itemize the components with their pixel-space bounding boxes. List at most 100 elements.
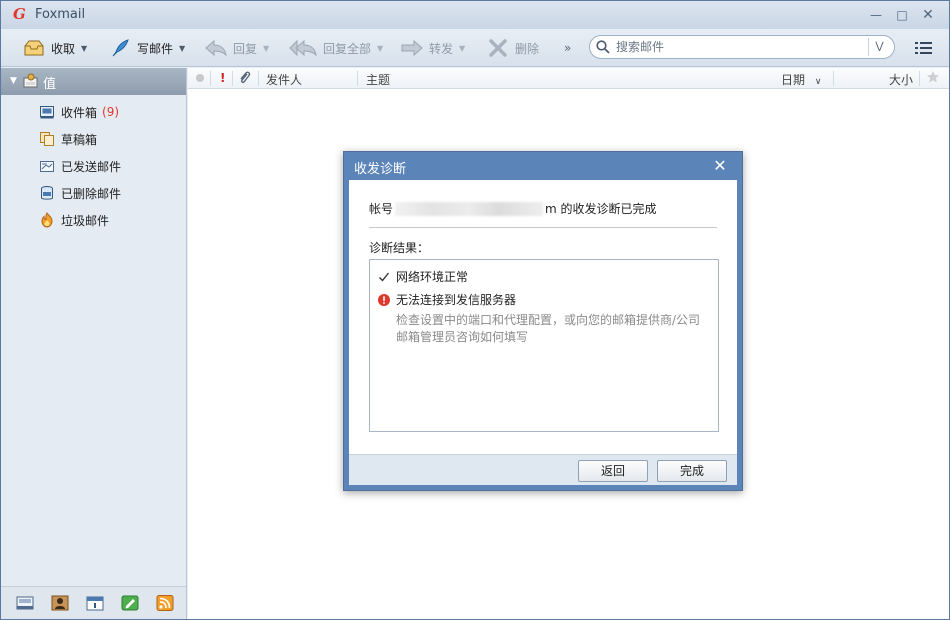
account-row[interactable]: ▼ 值 [1,68,186,95]
back-button[interactable]: 返回 [578,460,648,482]
calendar-module-icon[interactable] [86,595,104,611]
priority-column-icon[interactable]: ! [220,71,225,85]
delete-label: 删除 [515,41,540,56]
delete-x-icon [487,38,509,58]
column-divider [232,71,233,86]
reply-dropdown-icon[interactable]: ▼ [263,44,269,53]
search-icon [596,40,610,54]
contacts-module-icon[interactable] [51,595,69,611]
forward-label: 转发 [429,41,454,56]
dialog-title: 收发诊断 [354,162,407,177]
more-tools-button[interactable]: » [564,37,571,59]
module-switcher-bar [1,586,186,619]
app-title: Foxmail [35,7,86,22]
column-divider [210,71,211,86]
sidebar-item-label: 已删除邮件 [61,186,122,201]
inbox-icon [39,104,55,120]
foxmail-window: G Foxmail — □ ✕ 收取 ▼ 写邮件 ▼ 回复 ▼ 回复全部 ▼ 转… [0,0,950,620]
feather-pen-icon [109,38,131,58]
collapse-caret-icon[interactable]: ▼ [10,76,17,86]
result-list: 网络环境正常 无法连接到发信服务器 检查设置中的端口和代理配置，或向您的邮箱提供… [369,259,719,432]
sidebar-item-drafts[interactable]: 草稿箱 [39,129,97,149]
result-item-network: 网络环境正常 [378,268,468,285]
redacted-email [395,201,544,216]
sidebar-item-label: 垃圾邮件 [61,213,110,228]
account-icon [23,73,39,89]
search-options-icon[interactable]: ⋁ [868,38,890,56]
forward-arrow-icon [401,38,423,58]
reply-button[interactable]: 回复 ▼ [205,37,269,59]
account-prefix: 帐号 [369,202,394,216]
delete-button[interactable]: 删除 [487,37,539,59]
done-button[interactable]: 完成 [657,460,727,482]
error-icon [378,293,390,306]
dialog-footer: 返回 完成 [349,454,737,485]
column-divider [833,71,834,86]
main-menu-icon[interactable] [915,40,933,56]
compose-button[interactable]: 写邮件 ▼ [109,37,185,59]
date-column-label: 日期 [781,73,806,87]
read-status-column-icon[interactable] [195,72,205,86]
size-column-header[interactable]: 大小 [889,71,913,88]
search-box[interactable]: ⋁ [589,35,895,59]
reply-label: 回复 [233,41,258,56]
sidebar-item-label: 收件箱 [61,105,98,120]
date-column-header[interactable]: 日期 ∨ [781,71,821,88]
sidebar-item-deleted[interactable]: 已删除邮件 [39,183,121,203]
sidebar-item-junk[interactable]: 垃圾邮件 [39,210,109,230]
mail-list-header: ! 发件人 主题 日期 ∨ 大小 [188,68,949,89]
close-window-icon[interactable]: ✕ [917,5,939,25]
result-text: 无法连接到发信服务器 [396,293,517,307]
compose-dropdown-icon[interactable]: ▼ [179,44,185,53]
receive-label: 收取 [51,41,76,56]
minimize-icon[interactable]: — [865,5,887,25]
result-hint: 检查设置中的端口和代理配置，或向您的邮箱提供商/公司邮箱管理员咨询如何填写 [396,313,701,344]
junk-fire-icon [39,212,55,228]
column-divider [258,71,259,86]
attachment-column-icon[interactable] [238,70,252,89]
toolbar: 收取 ▼ 写邮件 ▼ 回复 ▼ 回复全部 ▼ 转发 ▼ 删除 » 搜索邮件 ⋁ [1,29,949,67]
account-name: 值 [43,77,57,92]
folder-sidebar: ▼ 值 收件箱 (9) 草稿箱 已发送邮件 已删除邮件 垃圾邮件 [1,68,187,619]
unread-count-badge: (9) [102,105,120,119]
sort-chevron-icon: ∨ [814,77,822,87]
compose-label: 写邮件 [137,41,174,56]
sidebar-item-label: 已发送邮件 [61,159,122,174]
sidebar-item-sent[interactable]: 已发送邮件 [39,156,121,176]
result-item-smtp: 无法连接到发信服务器 [378,291,516,308]
checkmark-icon [378,271,390,283]
reply-all-dropdown-icon[interactable]: ▼ [377,44,383,53]
account-status-line: 帐号 m 的收发诊断已完成 [369,200,657,217]
reply-all-label: 回复全部 [323,41,372,56]
reply-arrow-icon [205,38,227,58]
more-tools-label: » [564,41,572,55]
dialog-close-icon[interactable]: ✕ [710,156,730,176]
result-text: 网络环境正常 [396,270,469,284]
trash-can-icon [39,185,55,201]
notes-module-icon[interactable] [121,595,139,611]
reply-all-button[interactable]: 回复全部 ▼ [289,37,383,59]
sidebar-item-inbox[interactable]: 收件箱 (9) [39,102,119,122]
foxmail-logo-icon: G [13,5,26,23]
mail-module-icon[interactable] [16,595,34,611]
forward-dropdown-icon[interactable]: ▼ [459,44,465,53]
reply-all-arrow-icon [289,38,317,58]
receive-dropdown-icon[interactable]: ▼ [81,44,87,53]
drafts-icon [39,131,55,147]
search-input[interactable] [616,39,856,55]
account-status-text: m 的收发诊断已完成 [545,202,657,216]
sender-column-header[interactable]: 发件人 [266,71,302,88]
receive-button[interactable]: 收取 ▼ [23,37,87,59]
sent-icon [39,158,55,174]
sidebar-item-label: 草稿箱 [61,132,98,147]
star-column-icon[interactable] [926,70,940,87]
diagnosis-dialog: 收发诊断 ✕ 帐号 m 的收发诊断已完成 诊断结果： 网络环境正常 无法连接到发… [343,151,743,491]
result-heading: 诊断结果： [369,241,430,255]
title-bar: G Foxmail — □ ✕ [1,1,949,29]
rss-module-icon[interactable] [156,595,174,611]
maximize-icon[interactable]: □ [891,5,913,25]
column-divider [357,71,358,86]
dialog-divider [369,227,717,228]
subject-column-header[interactable]: 主题 [366,71,390,88]
forward-button[interactable]: 转发 ▼ [401,37,465,59]
